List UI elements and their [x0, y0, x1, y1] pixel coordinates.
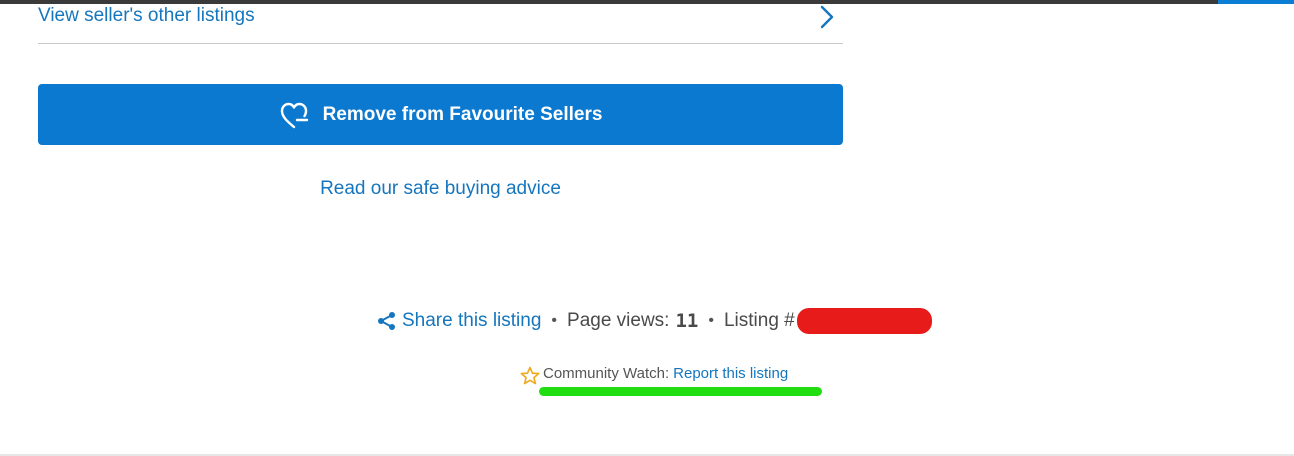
report-listing-link[interactable]: Report this listing — [673, 365, 788, 382]
safe-buying-advice-link[interactable]: Read our safe buying advice — [38, 178, 843, 200]
page-views-label: Page views: — [567, 310, 670, 331]
community-watch-label: Community Watch: — [543, 364, 670, 382]
star-icon — [520, 366, 540, 385]
remove-favourite-seller-button[interactable]: Remove from Favourite Sellers — [38, 84, 843, 145]
page-views-count: 11 — [675, 310, 699, 332]
chevron-right-icon[interactable] — [817, 4, 837, 30]
top-accent — [1218, 0, 1294, 4]
view-other-listings-link[interactable]: View seller's other listings — [38, 5, 255, 27]
separator-dot: • — [708, 312, 714, 329]
view-other-listings-row[interactable]: View seller's other listings — [38, 0, 843, 44]
remove-favourite-seller-label: Remove from Favourite Sellers — [322, 103, 603, 125]
heart-icon — [280, 102, 308, 128]
listing-number-redaction — [796, 308, 932, 334]
listing-meta-row: Share this listing • Page views: 11 • Li… — [377, 308, 932, 334]
listing-number-label: Listing # — [723, 310, 795, 331]
community-watch-row: Community Watch: Report this listing — [520, 362, 788, 385]
share-listing-link[interactable]: Share this listing — [402, 310, 541, 332]
separator-dot: • — [551, 312, 558, 329]
highlight-underline — [539, 387, 822, 396]
share-icon[interactable] — [377, 311, 397, 331]
